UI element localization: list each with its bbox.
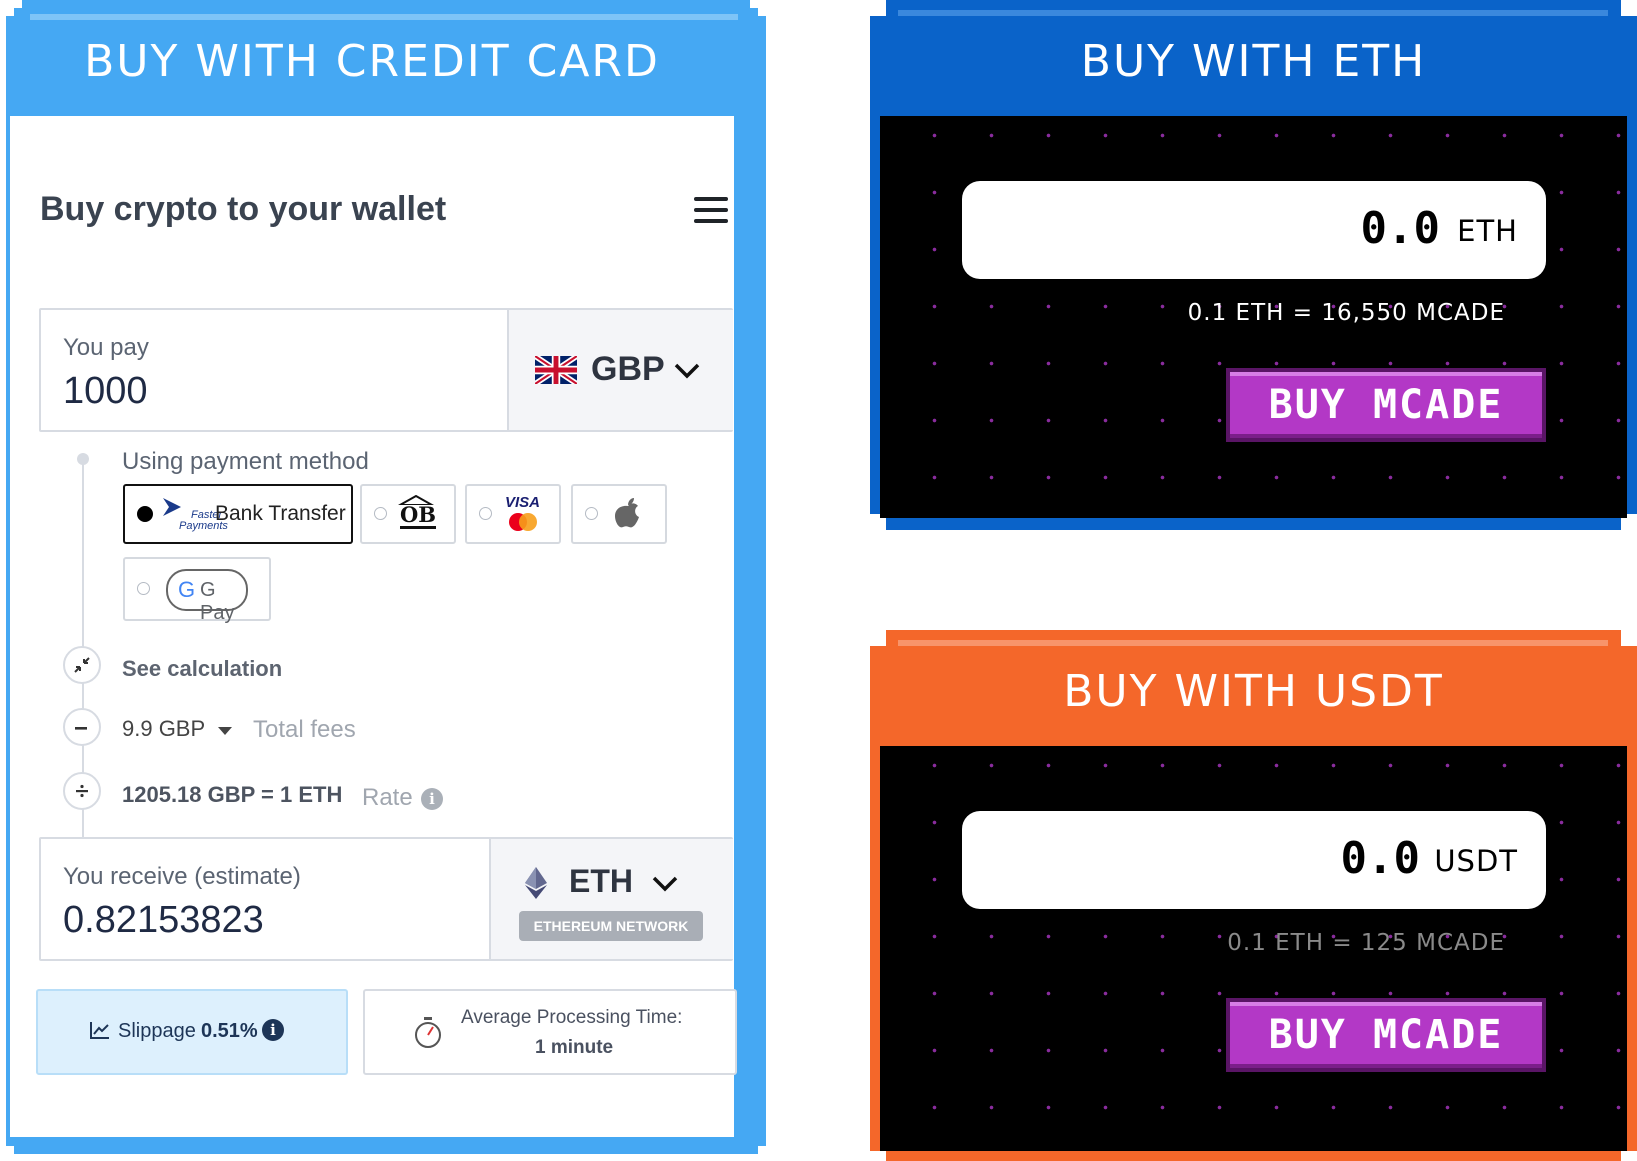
rate-info-icon[interactable]: i [421, 788, 443, 810]
receive-currency-code: ETH [569, 863, 633, 899]
widget-title: Buy crypto to your wallet [40, 190, 447, 228]
eth-rate-text: 0.1 ETH = 16,550 MCADE [1187, 300, 1505, 326]
eth-amount-input[interactable]: 0.0 ETH [962, 181, 1546, 279]
timeline-dot [77, 453, 89, 465]
visa-logo: VISA [505, 494, 541, 511]
radio-unselected[interactable] [374, 507, 387, 520]
uk-flag-icon [535, 356, 577, 384]
slippage-box: Slippage 0.51% i [36, 989, 348, 1075]
usdt-panel: BUY WITH USDT 0.0 USDT 0.1 ETH = 125 MCA… [870, 630, 1637, 1161]
processing-time-label: Average Processing Time: [461, 1007, 683, 1028]
you-receive-label: You receive (estimate) [63, 863, 301, 890]
credit-card-panel: BUY WITH CREDIT CARD Buy crypto to your … [0, 0, 770, 1161]
you-pay-input[interactable]: 1000 [63, 370, 148, 413]
rate-value: 1205.18 GBP = 1 ETH [122, 782, 343, 807]
apple-pay-icon [615, 498, 639, 528]
slippage-value: 0.51% [201, 1020, 258, 1042]
caret-down-icon[interactable] [217, 726, 233, 736]
payment-method-open-banking[interactable]: OB [360, 484, 456, 544]
usdt-buy-button[interactable]: BUY MCADE [1230, 1002, 1542, 1068]
you-receive-value: 0.82153823 [63, 899, 264, 941]
payment-method-label: Using payment method [122, 448, 369, 475]
usdt-amount-value: 0.0 [1340, 833, 1420, 884]
fees-value[interactable]: 9.9 GBP [122, 716, 205, 742]
usdt-rate-text: 0.1 ETH = 125 MCADE [1227, 930, 1505, 956]
minus-icon [63, 708, 101, 746]
radio-unselected[interactable] [479, 507, 492, 520]
divide-icon [63, 772, 101, 810]
payment-method-apple-pay[interactable] [571, 484, 667, 544]
eth-buy-button[interactable]: BUY MCADE [1230, 372, 1542, 438]
frame-highlight [30, 14, 738, 20]
rate-label: Rate [362, 784, 413, 811]
eth-amount-unit: ETH [1457, 214, 1518, 248]
chart-trend-icon [90, 1022, 109, 1039]
frame-top-edge [22, 0, 750, 8]
eth-frame-highlight [898, 10, 1608, 16]
payment-method-google-pay[interactable]: G G Pay [123, 557, 271, 624]
credit-card-header: BUY WITH CREDIT CARD [84, 36, 660, 87]
usdt-amount-input[interactable]: 0.0 USDT [962, 811, 1546, 909]
payment-method-visa-mastercard[interactable]: VISA [465, 484, 561, 544]
you-pay-box: You pay 1000 GBP [39, 308, 733, 432]
google-g-icon: G [178, 577, 196, 602]
you-pay-label: You pay [63, 334, 149, 361]
processing-time-value: 1 minute [535, 1037, 614, 1058]
menu-icon[interactable] [694, 197, 728, 223]
payment-method-bank-transfer[interactable]: Faster Payments Bank Transfer [123, 484, 353, 544]
see-calculation-link[interactable]: See calculation [122, 656, 282, 682]
collapse-icon[interactable] [63, 646, 101, 684]
credit-card-widget [10, 116, 734, 1137]
pay-currency-select[interactable]: GBP [507, 310, 733, 430]
chevron-down-icon [674, 363, 700, 379]
radio-unselected[interactable] [585, 507, 598, 520]
you-receive-box: You receive (estimate) 0.82153823 ETH ET… [39, 837, 733, 961]
bank-transfer-label: Bank Transfer [215, 502, 346, 525]
eth-amount-value: 0.0 [1360, 203, 1440, 254]
network-badge: ETHEREUM NETWORK [519, 911, 703, 941]
eth-header: BUY WITH ETH [1080, 36, 1427, 87]
slippage-label: Slippage [118, 1020, 196, 1042]
pay-currency-code: GBP [591, 350, 665, 388]
google-pay-label: G Pay [200, 579, 235, 624]
slippage-info-icon[interactable]: i [262, 1019, 284, 1041]
usdt-header: BUY WITH USDT [1063, 666, 1444, 717]
usdt-amount-unit: USDT [1434, 844, 1518, 878]
radio-unselected[interactable] [137, 582, 150, 595]
receive-currency-select[interactable]: ETH ETHEREUM NETWORK [489, 839, 733, 959]
open-banking-logo: OB [400, 502, 437, 529]
mastercard-icon [509, 513, 537, 531]
radio-selected[interactable] [137, 506, 153, 522]
processing-time-box: Average Processing Time: 1 minute [363, 989, 737, 1075]
ethereum-icon [525, 867, 547, 899]
usdt-frame-highlight [898, 640, 1608, 646]
google-pay-logo: G G Pay [166, 569, 248, 624]
chevron-down-icon [652, 876, 678, 892]
stopwatch-icon [415, 1017, 441, 1048]
fees-label: Total fees [253, 716, 356, 743]
eth-panel: BUY WITH ETH 0.0 ETH 0.1 ETH = 16,550 MC… [870, 0, 1637, 530]
